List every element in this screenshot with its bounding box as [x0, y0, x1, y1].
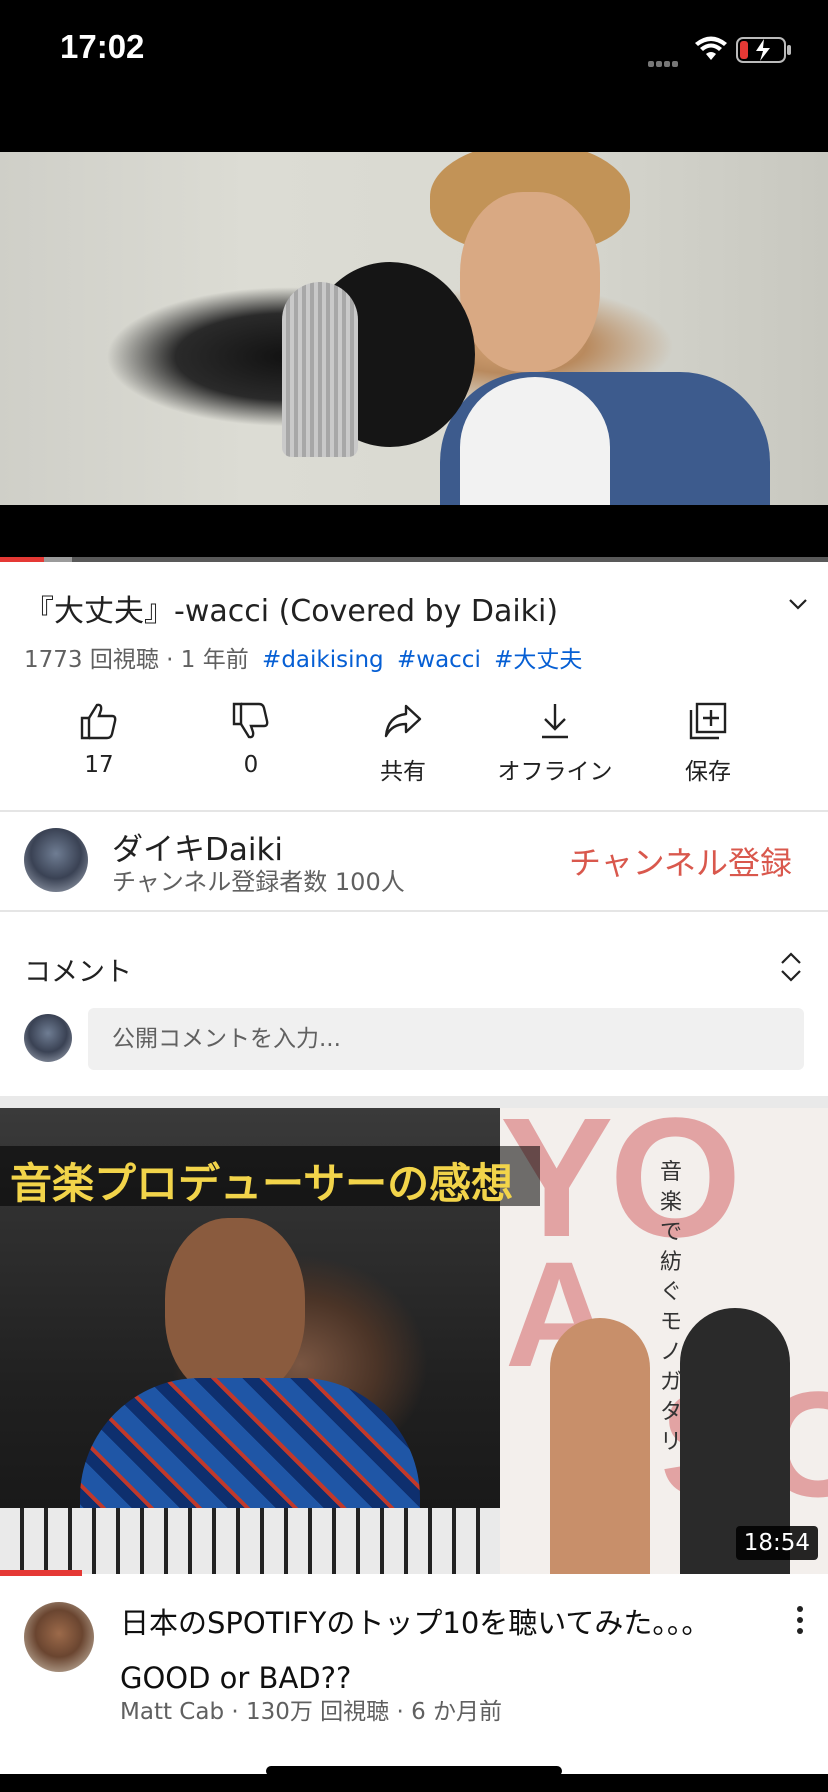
like-count: 17 [84, 752, 114, 778]
thumbs-up-icon [80, 703, 117, 740]
share-icon [384, 704, 422, 738]
chevron-down-icon[interactable] [786, 592, 810, 616]
status-time: 17:02 [60, 28, 145, 65]
like-button[interactable]: 17 [29, 700, 169, 778]
video-frame-face [460, 192, 600, 372]
save-label: 保存 [685, 759, 731, 785]
video-letterbox [0, 505, 828, 557]
download-icon [542, 704, 568, 739]
share-label: 共有 [380, 759, 426, 785]
home-indicator[interactable] [266, 1766, 562, 1776]
watched-progress-bar [0, 1570, 82, 1576]
bottom-bar [0, 1774, 828, 1792]
subscriber-count: チャンネル登録者数 100人 [112, 868, 405, 896]
section-gap [0, 1096, 828, 1108]
hashtag-link[interactable]: #大丈夫 [494, 647, 582, 673]
dislike-button[interactable]: 0 [181, 700, 321, 778]
thumbnail-keyboard [0, 1508, 500, 1574]
share-button[interactable]: 共有 [333, 700, 473, 786]
thumbs-down-icon [232, 702, 269, 739]
dislike-count: 0 [243, 752, 259, 778]
recommended-video-thumbnail[interactable]: YO A SO 音楽で紡ぐモノガタリ 音楽プロデューサーの感想 18:54 [0, 1108, 828, 1574]
signal-icon [648, 52, 688, 67]
action-bar: 17 0 共有 オフライン 保存 [0, 700, 828, 790]
expand-collapse-icon[interactable] [778, 950, 804, 984]
thumbnail-vertical-text: 音楽で紡ぐモノガタリ [660, 1160, 683, 1455]
thumbnail-overlay-text: 音楽プロデューサーの感想 [10, 1159, 514, 1208]
hashtag-link[interactable]: #wacci [397, 647, 481, 673]
user-avatar [24, 1014, 72, 1062]
video-duration-badge: 18:54 [735, 1526, 818, 1560]
offline-label: オフライン [497, 759, 613, 785]
recommended-video-meta: Matt Cab · 130万 回視聴 · 6 か月前 [120, 1699, 503, 1725]
comment-input[interactable] [88, 1008, 792, 1070]
view-count-and-date: 1773 回視聴 · 1 年前 [24, 647, 249, 673]
video-frame-shirt [460, 377, 610, 505]
battery-icon [736, 37, 791, 63]
comment-input-box[interactable] [88, 1008, 804, 1070]
save-button[interactable]: 保存 [638, 700, 778, 786]
add-to-playlist-icon [689, 702, 727, 740]
more-options-icon[interactable] [792, 1604, 808, 1636]
download-button[interactable]: オフライン [485, 700, 625, 786]
divider [0, 910, 828, 912]
status-bar: 17:02 [0, 0, 828, 152]
recommended-channel-avatar[interactable] [24, 1602, 94, 1672]
wifi-icon [695, 36, 727, 60]
recommended-video-title[interactable]: 日本のSPOTIFYのトップ10を聴いてみた。。。GOOD or BAD?? [120, 1596, 760, 1706]
subscribe-button[interactable]: チャンネル登録 [569, 838, 792, 884]
thumbnail-person-head [165, 1218, 305, 1398]
video-player[interactable] [0, 152, 828, 505]
channel-avatar[interactable] [24, 828, 88, 892]
video-frame-microphone [282, 282, 358, 457]
video-progress-track[interactable] [0, 557, 828, 562]
hashtag-link[interactable]: #daikising [262, 647, 384, 673]
video-meta: 1773 回視聴 · 1 年前 #daikising #wacci #大丈夫 [24, 640, 582, 674]
thumbnail-person-female [550, 1318, 650, 1574]
divider [0, 810, 828, 812]
comments-heading[interactable]: コメント [24, 950, 132, 989]
video-progress-fill[interactable] [0, 557, 44, 562]
video-title[interactable]: 『大丈夫』-wacci (Covered by Daiki) [24, 586, 558, 630]
